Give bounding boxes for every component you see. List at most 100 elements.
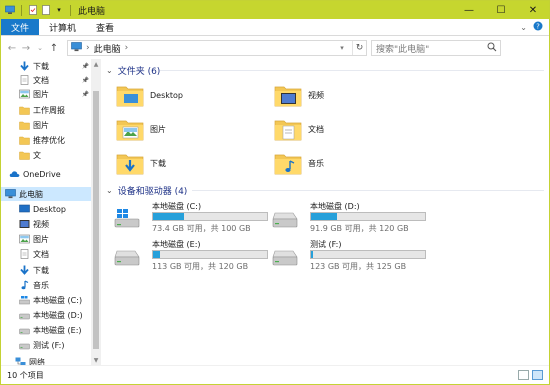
download-arrow-icon: [19, 265, 30, 275]
nav-item[interactable]: OneDrive: [1, 167, 91, 181]
download-arrow-icon: [19, 61, 30, 71]
nav-item[interactable]: 文: [1, 148, 91, 162]
large-icons-view-button[interactable]: [532, 370, 543, 380]
properties-icon[interactable]: [28, 5, 38, 15]
search-icon: [487, 42, 497, 55]
folder-tile[interactable]: 下载: [116, 149, 266, 177]
music-icon: [19, 280, 30, 290]
drive-usage-bar: [310, 250, 426, 259]
folder-label: 文档: [308, 124, 324, 134]
drive-space-info: 113 GB 可用，共 120 GB: [152, 262, 249, 271]
nav-scrollbar[interactable]: ▲ ▼: [91, 59, 101, 365]
drive-tile[interactable]: 测试 (F:) 123 GB 可用，共 125 GB: [266, 239, 426, 273]
nav-item[interactable]: 测试 (F:): [1, 338, 91, 352]
nav-item[interactable]: 下载 📌: [1, 59, 91, 73]
drive-usage-fill: [311, 251, 314, 258]
nav-item-label: 测试 (F:): [33, 340, 65, 350]
nav-item-label: 推荐优化: [33, 135, 65, 145]
drive-tile[interactable]: 本地磁盘 (C:) 73.4 GB 可用，共 100 GB: [108, 201, 268, 235]
back-arrow-icon[interactable]: ←: [5, 41, 19, 55]
window-title: 此电脑: [78, 6, 106, 17]
address-row: ← → ⌄ ↑ › 此电脑 › ▾ ↻ 搜索"此电脑": [1, 37, 549, 59]
nav-item[interactable]: 本地磁盘 (D:): [1, 308, 91, 322]
nav-item[interactable]: 音乐: [1, 278, 91, 292]
chevron-down-icon[interactable]: ⌄: [520, 23, 527, 32]
drive-usage-bar: [152, 212, 268, 221]
pin-icon: 📌: [81, 62, 89, 70]
drive-tile[interactable]: 本地磁盘 (E:) 113 GB 可用，共 120 GB: [108, 239, 268, 273]
details-view-button[interactable]: [518, 370, 529, 380]
drive-usage-fill: [311, 213, 338, 220]
nav-item[interactable]: 本地磁盘 (E:): [1, 323, 91, 337]
new-folder-icon[interactable]: [41, 5, 51, 15]
hard-drive-icon: [272, 207, 298, 229]
tab-file[interactable]: 文件: [1, 19, 40, 35]
nav-item[interactable]: Desktop: [1, 202, 91, 216]
folder-tile[interactable]: 视频: [274, 81, 424, 109]
tab-view[interactable]: 查看: [86, 19, 124, 35]
maximize-button[interactable]: ☐: [485, 1, 517, 19]
folder-tile[interactable]: Desktop: [116, 81, 266, 109]
nav-item[interactable]: 图片 📌: [1, 87, 91, 101]
minimize-button[interactable]: —: [453, 1, 485, 19]
address-bar[interactable]: › 此电脑 › ▾ ↻: [67, 40, 367, 56]
folder-tile[interactable]: 图片: [116, 115, 266, 143]
nav-item[interactable]: 下载: [1, 263, 91, 277]
nav-item-label: 视频: [33, 219, 49, 229]
up-arrow-icon[interactable]: ↑: [47, 41, 61, 55]
scroll-up-icon[interactable]: ▲: [91, 59, 101, 69]
nav-item-label: 本地磁盘 (C:): [33, 295, 83, 305]
folder-tile[interactable]: 文档: [274, 115, 424, 143]
nav-item-label: 下载: [33, 265, 49, 275]
nav-item[interactable]: 图片: [1, 118, 91, 132]
breadcrumb-separator: ›: [124, 43, 129, 53]
nav-item[interactable]: 推荐优化: [1, 133, 91, 147]
scroll-down-icon[interactable]: ▼: [91, 355, 101, 365]
nav-item[interactable]: 文档: [1, 247, 91, 261]
folder-icon: [19, 135, 30, 145]
computer-icon: [5, 189, 16, 199]
refresh-icon[interactable]: ↻: [352, 41, 366, 55]
status-bar: 10 个项目: [1, 365, 549, 384]
folders-group-header[interactable]: ⌄ 文件夹 (6): [106, 63, 160, 77]
nav-item[interactable]: 视频: [1, 217, 91, 231]
recent-locations-chevron-icon[interactable]: ⌄: [33, 41, 47, 55]
nav-item-label: 工作周报: [33, 105, 65, 115]
video-folder-icon: [274, 82, 302, 108]
scroll-thumb[interactable]: [93, 91, 99, 349]
nav-item[interactable]: 此电脑: [1, 187, 91, 201]
address-dropdown-icon[interactable]: ▾: [336, 41, 348, 55]
forward-arrow-icon[interactable]: →: [19, 41, 33, 55]
nav-item-label: 音乐: [33, 280, 49, 290]
drive-icon: [19, 310, 30, 320]
desktop-folder-icon: [116, 82, 144, 108]
computer-app-icon: [5, 5, 15, 15]
drive-tile[interactable]: 本地磁盘 (D:) 91.9 GB 可用，共 120 GB: [266, 201, 426, 235]
nav-item[interactable]: 图片: [1, 232, 91, 246]
tab-computer[interactable]: 计算机: [39, 19, 86, 35]
desktop-icon: [19, 204, 30, 214]
drive-c-icon: [19, 295, 30, 305]
item-count: 10 个项目: [7, 370, 44, 380]
nav-item[interactable]: 工作周报: [1, 103, 91, 117]
folder-label: 视频: [308, 90, 324, 100]
drives-group-header[interactable]: ⌄ 设备和驱动器 (4): [106, 183, 187, 197]
help-icon[interactable]: ?: [533, 21, 543, 34]
nav-item-label: Desktop: [33, 204, 66, 214]
title-bar[interactable]: ▾ 此电脑 — ☐ ✕: [1, 1, 549, 19]
chevron-down-icon[interactable]: ▾: [54, 5, 64, 15]
close-button[interactable]: ✕: [517, 1, 549, 19]
nav-item-label: 文档: [33, 75, 49, 85]
nav-item[interactable]: 本地磁盘 (C:): [1, 293, 91, 307]
document-folder-icon: [274, 116, 302, 142]
nav-item[interactable]: 文档 📌: [1, 73, 91, 87]
folder-label: Desktop: [150, 90, 183, 100]
folder-icon: [19, 150, 30, 160]
breadcrumb-separator: ›: [86, 43, 90, 53]
breadcrumb[interactable]: 此电脑: [94, 42, 121, 55]
search-input[interactable]: 搜索"此电脑": [371, 40, 501, 56]
folders-group-title: 文件夹 (6): [117, 66, 161, 77]
document-icon: [19, 249, 30, 259]
folder-tile[interactable]: 音乐: [274, 149, 424, 177]
folder-icon: [19, 105, 30, 115]
